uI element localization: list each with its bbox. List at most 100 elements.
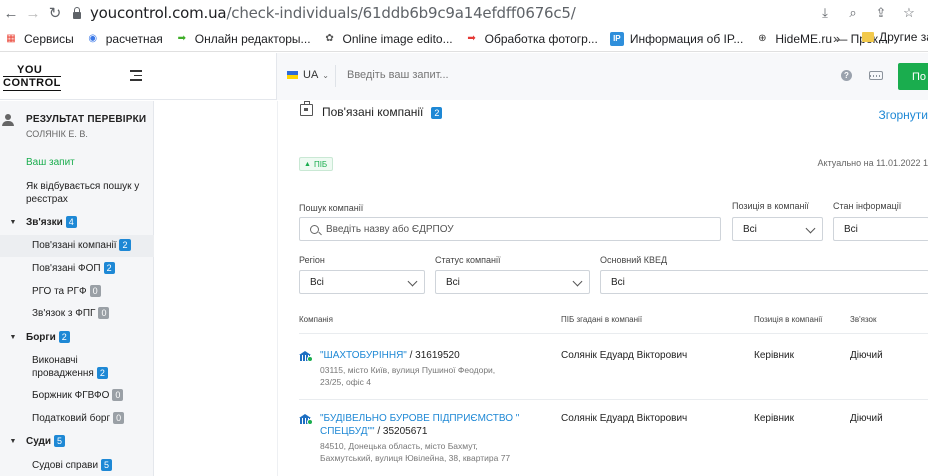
table-row[interactable]: "БУДІВЕЛЬНО БУРОВЕ ПІДПРИЄМСТВО " СПЕЦБУ…	[278, 412, 928, 476]
reload-icon[interactable]: ↻	[44, 2, 66, 24]
item-label: Судові справи	[32, 460, 99, 471]
bookmark-item[interactable]: ➡ Обработка фотогр...	[461, 32, 606, 46]
globe-icon: ◉	[88, 33, 98, 44]
sidebar-group-courts[interactable]: ▼ Суди 5	[0, 435, 66, 447]
select-value: Всі	[611, 276, 625, 288]
bookmark-item[interactable]: ✿ Online image edito...	[319, 32, 461, 46]
count-badge: 2	[119, 239, 131, 252]
company-search-label: Пошук компанії	[299, 203, 364, 213]
bookmark-item[interactable]: ▦ Сервисы	[0, 32, 82, 46]
sidebar-item-enforcement[interactable]: Виконавчі провадження 2	[32, 354, 122, 380]
bookmark-label: Online image edito...	[342, 31, 453, 46]
keyboard-icon[interactable]	[869, 71, 883, 80]
search-button[interactable]: По	[898, 63, 928, 90]
sidebar-item-tax-debt[interactable]: Податковий борг 0	[32, 412, 125, 425]
position-value: Керівник	[754, 350, 794, 361]
app-header: YOU CONTROL UA ⌄ ? По	[0, 53, 928, 100]
position-select[interactable]: Всі	[732, 217, 823, 241]
count-badge: 0	[112, 389, 124, 402]
col-position: Позиція в компанії	[754, 315, 823, 324]
result-title: РЕЗУЛЬТАТ ПЕРЕВІРКИ	[26, 114, 147, 125]
other-bookmarks[interactable]: Другие за	[862, 30, 928, 44]
kved-select[interactable]: Всі	[600, 270, 928, 294]
count-badge: 2	[96, 367, 108, 380]
star-icon[interactable]: ☆	[898, 2, 920, 24]
person-name: Солянік Едуард Вікторович	[561, 350, 688, 361]
company-address: 84510, Донецька область, місто Бахмут, Б…	[320, 441, 511, 463]
bookmarks-more-button[interactable]: »	[833, 31, 840, 46]
hideme-icon: ⊕	[758, 33, 767, 44]
language-selector[interactable]: UA ⌄	[287, 69, 329, 81]
how-search-works-link[interactable]: Як відбувається пошук у реєстрах	[26, 180, 146, 206]
company-name[interactable]: "БУДІВЕЛЬНО БУРОВЕ ПІДПРИЄМСТВО " СПЕЦБУ…	[320, 412, 520, 438]
bookmark-item[interactable]: IP Информация об IP...	[606, 31, 751, 46]
bookmark-label: Информация об IP...	[629, 31, 744, 46]
forward-arrow-icon[interactable]: →	[22, 2, 44, 24]
item-label: Пов'язані ФОП	[32, 263, 101, 274]
back-arrow-icon[interactable]: ←	[0, 2, 22, 24]
help-icon[interactable]: ?	[841, 70, 852, 81]
zoom-icon[interactable]: ⌕	[842, 2, 864, 24]
collapse-link[interactable]: Згорнути	[878, 108, 928, 122]
aperture-icon: ✿	[325, 33, 334, 44]
global-search-bar: UA ⌄ ? По	[276, 53, 928, 100]
sidebar-item-related-companies[interactable]: Пов'язані компанії 2	[32, 239, 131, 252]
select-value: Всі	[446, 276, 460, 288]
person-small-icon: ▲	[304, 160, 311, 168]
sidebar-item-related-fop[interactable]: Пов'язані ФОП 2	[32, 262, 115, 275]
bookmark-item[interactable]: ◉ расчетная	[82, 32, 171, 46]
person-icon	[2, 114, 16, 128]
download-icon[interactable]: ⤓	[814, 2, 836, 24]
select-value: Всі	[310, 276, 324, 288]
table-row[interactable]: "ШАХТОБУРІННЯ" / 31619520 03115, місто К…	[278, 349, 928, 399]
status-select[interactable]: Всі	[435, 270, 590, 294]
company-search-input[interactable]: Введіть назву або ЄДРПОУ	[299, 217, 721, 241]
region-select[interactable]: Всі	[299, 270, 425, 294]
placeholder-text: Введіть назву або ЄДРПОУ	[326, 223, 454, 235]
company-link[interactable]: "ШАХТОБУРІННЯ"	[320, 350, 407, 361]
company-code: / 35205671	[374, 426, 428, 437]
caret-down-icon: ▼	[9, 437, 17, 445]
info-state-label: Стан інформації	[833, 201, 902, 211]
count-badge: 0	[89, 285, 101, 298]
group-label: Зв'язки	[26, 216, 63, 228]
count-badge: 2	[103, 262, 115, 275]
company-address: 03115, місто Київ, вулиця Пушиної Феодор…	[320, 365, 496, 387]
menu-collapse-icon[interactable]	[130, 70, 142, 81]
bookmark-item[interactable]: ➡ Онлайн редакторы...	[171, 32, 319, 46]
count-badge: 0	[98, 307, 110, 320]
sidebar-item-fpg-link[interactable]: Зв'язок з ФПГ 0	[32, 307, 110, 320]
position-value: Керівник	[754, 413, 794, 424]
group-label: Борги	[26, 331, 56, 343]
sidebar-group-links[interactable]: ▼ Зв'язки 4	[0, 216, 77, 228]
url-field[interactable]: youcontrol.com.ua/check-individuals/61dd…	[72, 4, 576, 22]
company-name[interactable]: "ШАХТОБУРІННЯ" / 31619520	[320, 349, 510, 362]
status-label: Статус компанії	[435, 255, 501, 265]
item-label: Податковий борг	[32, 413, 111, 424]
share-icon[interactable]: ⇪	[870, 2, 892, 24]
item-label: Боржник ФГВФО	[32, 390, 110, 401]
chevron-down-icon	[572, 276, 583, 287]
item-label: Зв'язок з ФПГ	[32, 308, 96, 319]
sidebar-group-debts[interactable]: ▼ Борги 2	[0, 331, 70, 343]
link-status: Діючий	[850, 350, 883, 361]
your-query-link[interactable]: Ваш запит	[26, 156, 75, 169]
divider	[299, 333, 928, 334]
company-code: / 31619520	[406, 350, 460, 361]
chevron-down-icon	[805, 223, 816, 234]
link-status: Діючий	[850, 413, 883, 424]
count-badge: 4	[65, 216, 77, 228]
info-state-select[interactable]: Всі	[833, 217, 928, 241]
youcontrol-logo[interactable]: YOU CONTROL	[3, 65, 61, 91]
folder-icon	[862, 32, 874, 42]
sidebar-item-fgvfo[interactable]: Боржник ФГВФО 0	[32, 389, 124, 402]
sidebar-item-rgo-rgf[interactable]: РГО та РГФ 0	[32, 285, 101, 298]
global-search-input[interactable]	[347, 69, 747, 81]
sidebar-item-court-cases[interactable]: Судові справи 5	[32, 459, 113, 472]
result-person-name: СОЛЯНІК Е. В.	[26, 129, 88, 139]
select-value: Всі	[743, 223, 757, 235]
browser-address-bar: ← → ↻ youcontrol.com.ua/check-individual…	[0, 0, 928, 26]
briefcase-icon	[300, 101, 313, 116]
bookmark-label: Онлайн редакторы...	[194, 31, 311, 46]
logo-bottom-text: CONTROL	[3, 76, 61, 91]
